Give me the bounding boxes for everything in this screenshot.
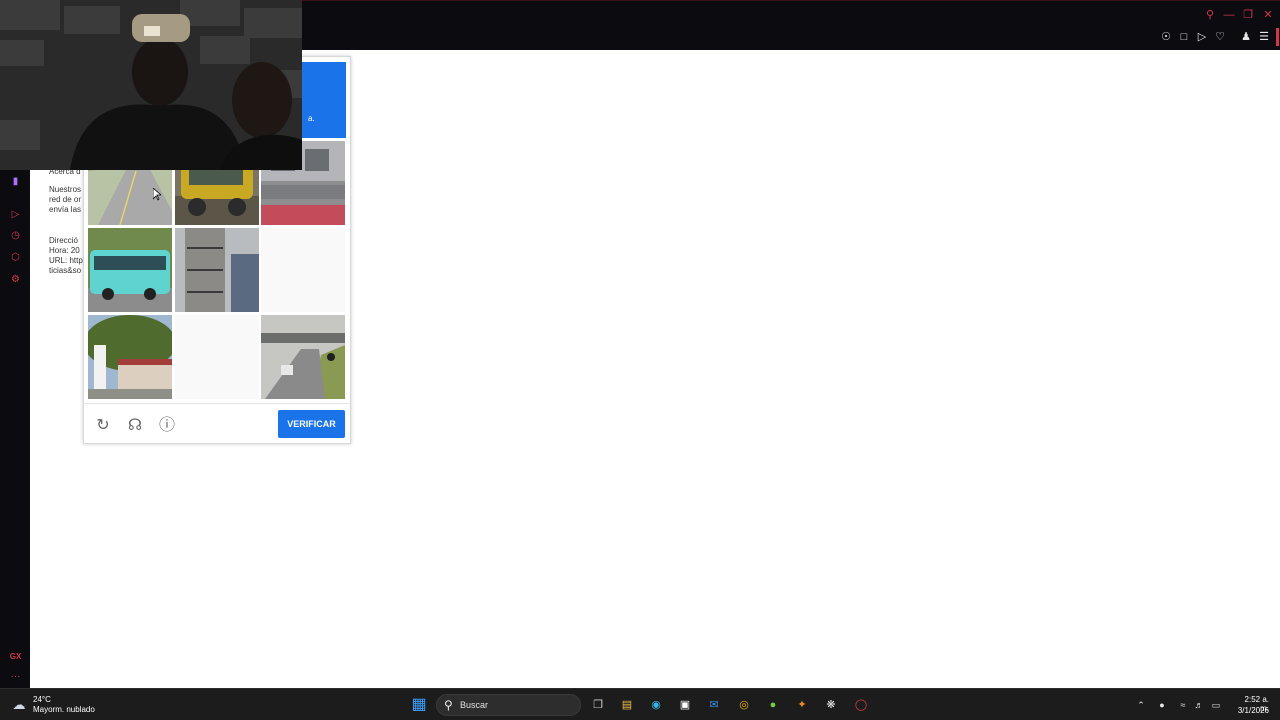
search-icon: ⚲	[444, 698, 453, 712]
search-icon[interactable]: ⚲	[1203, 8, 1217, 22]
restore-icon[interactable]: ❐	[1241, 8, 1255, 22]
play-icon[interactable]: ▷	[1195, 30, 1209, 44]
menu-icon[interactable]: ☰	[1257, 30, 1271, 44]
fl-studio-icon[interactable]: ✦	[792, 695, 812, 715]
bus-tile[interactable]	[88, 228, 172, 312]
page-snippet: Nuestros red de or envía las	[49, 185, 82, 214]
account-icon[interactable]: ♟	[1239, 30, 1253, 44]
player-icon[interactable]: ▷	[9, 208, 22, 221]
bridge-road-tile[interactable]	[261, 315, 345, 399]
blank-tile[interactable]	[175, 315, 259, 399]
wifi-icon[interactable]: ≈	[1177, 699, 1189, 711]
captcha-instruction: a.	[308, 114, 315, 123]
audio-icon[interactable]: ☊	[124, 415, 146, 437]
microphone-icon[interactable]: ●	[1156, 699, 1168, 711]
history-icon[interactable]: ◷	[9, 229, 22, 242]
reload-icon[interactable]: ↻	[92, 415, 114, 437]
snapshot-icon[interactable]: □	[1177, 30, 1191, 44]
captcha-divider	[84, 403, 350, 404]
verify-button[interactable]: VERIFICAR	[278, 410, 345, 438]
info-icon[interactable]: ⓘ	[156, 415, 178, 437]
battery-icon[interactable]: ▭	[1210, 699, 1222, 711]
webcam-overlay	[0, 0, 302, 170]
taskbar: ☁ 24°C Mayorm. nublado ▦ ⚲ Buscar ❐ ▤ ◉ …	[0, 688, 1280, 720]
close-icon[interactable]: ✕	[1261, 8, 1275, 22]
gx-icon[interactable]: GX	[9, 650, 22, 663]
more-icon[interactable]: ···	[9, 670, 22, 683]
file-explorer-icon[interactable]: ▤	[617, 695, 637, 715]
cloud-icon[interactable]: ☁	[10, 697, 28, 713]
volume-icon[interactable]: ♬	[1193, 699, 1205, 711]
edge-icon[interactable]: ◉	[646, 695, 666, 715]
settings-icon[interactable]: ⚙	[9, 273, 22, 286]
chrome-icon[interactable]: ◎	[734, 695, 754, 715]
twitch-icon[interactable]: ▮	[9, 175, 22, 188]
search-input[interactable]: ⚲ Buscar	[436, 694, 581, 716]
tab-strip-line	[302, 0, 1280, 1]
utorrent-icon[interactable]: ●	[763, 695, 783, 715]
outlook-icon[interactable]: ✉	[704, 695, 724, 715]
task-view-icon[interactable]: ❐	[588, 695, 608, 715]
windows-start-icon[interactable]: ▦	[409, 695, 429, 715]
house-tile[interactable]	[88, 315, 172, 399]
store-icon[interactable]: ▣	[675, 695, 695, 715]
blank-tile[interactable]	[261, 228, 345, 312]
extensions-icon[interactable]: ⬡	[9, 251, 22, 264]
opera-gx-icon[interactable]: ◯	[851, 695, 871, 715]
chatgpt-icon[interactable]: ❋	[821, 695, 841, 715]
fire-escape-tile[interactable]	[175, 228, 259, 312]
weather-temperature[interactable]: 24°C	[33, 695, 51, 704]
minimize-icon[interactable]: —	[1222, 8, 1236, 22]
clock-date[interactable]: 3/1/2026	[1233, 706, 1269, 715]
heart-icon[interactable]: ♡	[1213, 30, 1227, 44]
mouse-cursor-icon	[153, 188, 161, 201]
page-snippet: Direcció Hora: 20 URL: http ticias&so	[49, 236, 83, 275]
search-placeholder: Buscar	[460, 700, 489, 710]
chevron-up-icon[interactable]: ⌃	[1135, 699, 1147, 711]
pin-icon[interactable]: ☉	[1159, 30, 1173, 44]
weather-description[interactable]: Mayorm. nublado	[33, 705, 95, 714]
accent-bar	[1276, 28, 1279, 46]
